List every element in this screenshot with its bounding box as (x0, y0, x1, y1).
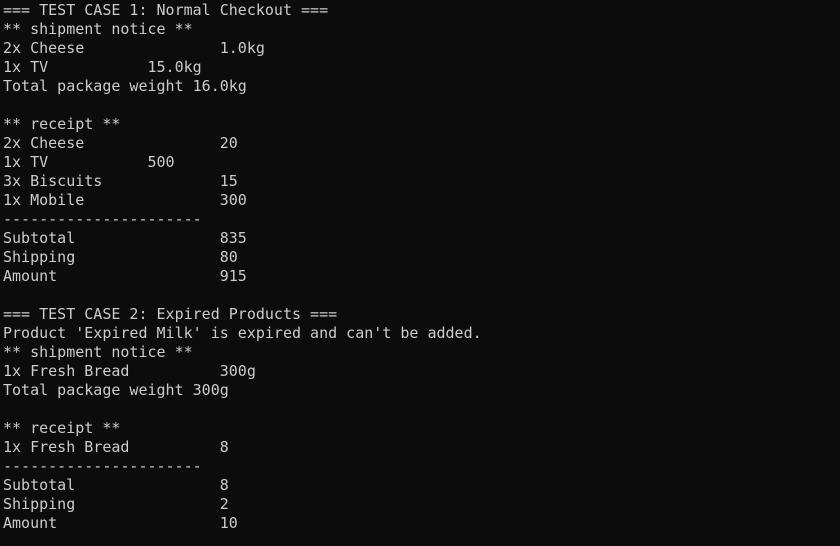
receipt-subtotal: Subtotal 835 (3, 229, 247, 247)
receipt-amount: Amount 10 (3, 514, 238, 532)
expired-product-message: Product 'Expired Milk' is expired and ca… (3, 324, 482, 342)
receipt-subtotal: Subtotal 8 (3, 476, 229, 494)
receipt-shipping: Shipping 80 (3, 248, 238, 266)
total-package-weight: Total package weight 300g (3, 381, 229, 399)
receipt-shipping: Shipping 2 (3, 495, 229, 513)
shipment-line-fresh-bread: 1x Fresh Bread 300g (3, 362, 256, 380)
receipt-line-tv: 1x TV 500 (3, 153, 175, 171)
receipt-line-biscuits: 3x Biscuits 15 (3, 172, 238, 190)
receipt-divider: ---------------------- (3, 210, 202, 228)
shipment-line-tv: 1x TV 15.0kg (3, 58, 202, 76)
receipt-line-fresh-bread: 1x Fresh Bread 8 (3, 438, 229, 456)
total-package-weight: Total package weight 16.0kg (3, 77, 247, 95)
receipt-divider: ---------------------- (3, 457, 202, 475)
receipt-line-cheese: 2x Cheese 20 (3, 134, 238, 152)
receipt-amount: Amount 915 (3, 267, 247, 285)
terminal-output[interactable]: === TEST CASE 1: Normal Checkout === ** … (0, 0, 840, 546)
test-case-2-header: === TEST CASE 2: Expired Products === (3, 305, 338, 323)
shipment-line-cheese: 2x Cheese 1.0kg (3, 39, 265, 57)
test-case-1-header: === TEST CASE 1: Normal Checkout === (3, 1, 329, 19)
receipt-heading: ** receipt ** (3, 419, 121, 437)
shipment-notice-heading: ** shipment notice ** (3, 343, 193, 361)
receipt-heading: ** receipt ** (3, 115, 121, 133)
shipment-notice-heading: ** shipment notice ** (3, 20, 193, 38)
receipt-line-mobile: 1x Mobile 300 (3, 191, 247, 209)
